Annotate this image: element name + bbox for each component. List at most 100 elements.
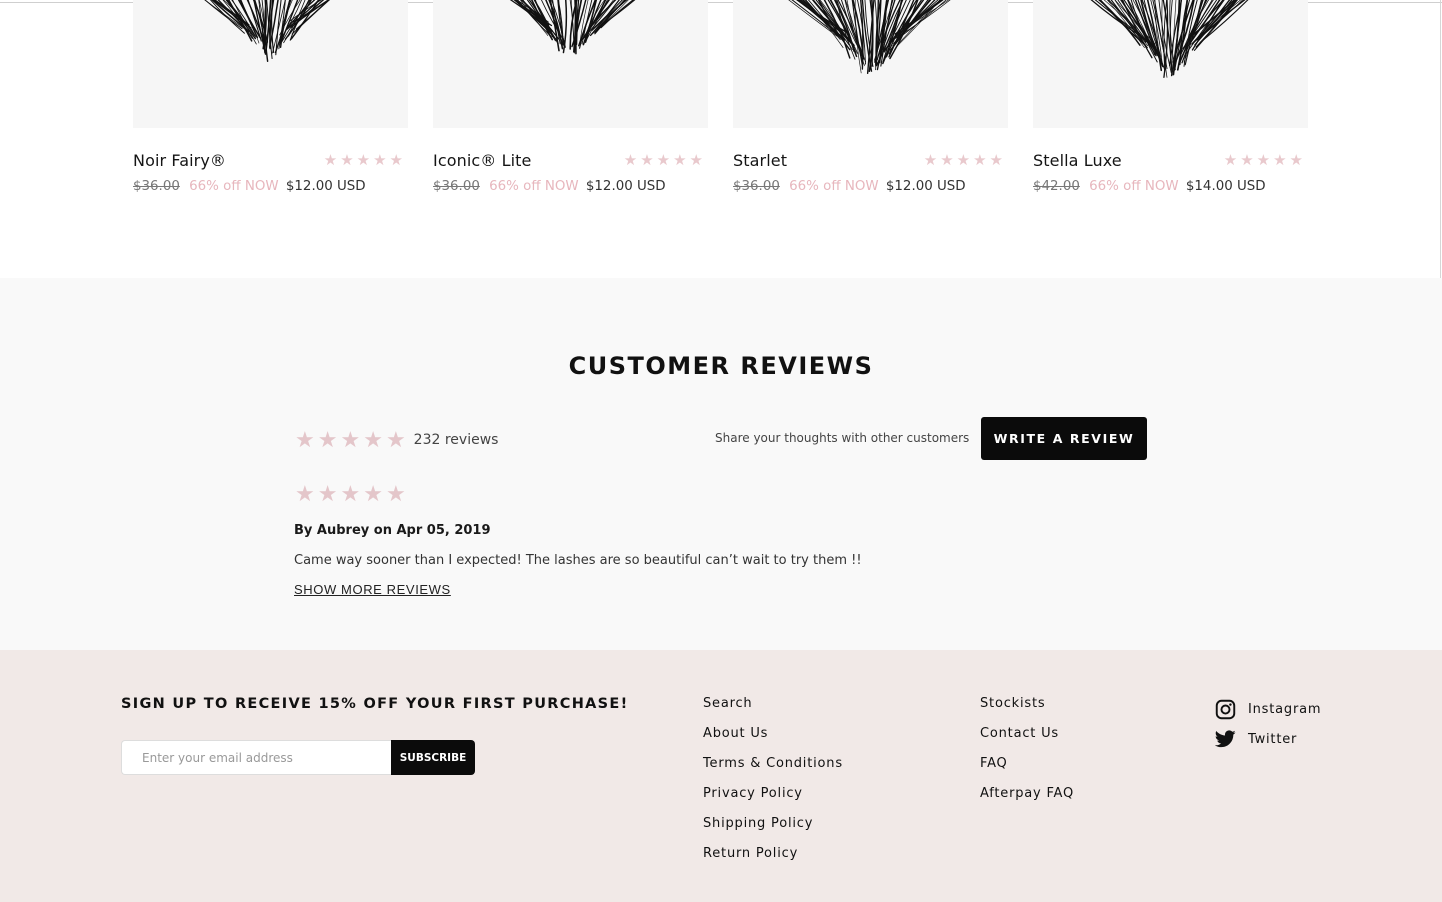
share-prompt: Share your thoughts with other customers	[715, 431, 970, 445]
old-price: $36.00	[133, 179, 180, 194]
footer-link-terms[interactable]: Terms & Conditions	[703, 756, 843, 786]
twitter-link[interactable]: Twitter	[1214, 724, 1321, 754]
discount-label: 66% off NOW	[189, 179, 279, 194]
review-rating: ★ ★ ★ ★ ★	[295, 483, 406, 505]
reviews-summary: ★ ★ ★ ★ ★ 232 reviews	[295, 429, 498, 451]
star-icon: ★	[1273, 152, 1287, 169]
star-icon: ★	[1256, 152, 1271, 169]
star-icon: ★	[385, 481, 406, 506]
write-review-button[interactable]: WRITE A REVIEW	[981, 417, 1147, 460]
twitter-icon	[1214, 728, 1236, 750]
star-icon: ★	[673, 152, 687, 169]
discount-label: 66% off NOW	[1089, 179, 1179, 194]
star-icon: ★	[373, 152, 387, 169]
star-icon: ★	[295, 481, 315, 506]
footer-links-secondary: Stockists Contact Us FAQ Afterpay FAQ	[980, 696, 1074, 816]
discount-label: 66% off NOW	[489, 179, 579, 194]
lash-image	[1090, 0, 1249, 78]
price-row: $36.00 66% off NOW $12.00 USD	[733, 179, 1008, 194]
sale-price: $12.00 USD	[885, 179, 966, 194]
star-icon: ★	[317, 427, 338, 452]
footer-link-search[interactable]: Search	[703, 696, 843, 726]
star-icon: ★	[989, 152, 1003, 169]
old-price: $36.00	[433, 179, 480, 194]
product-image[interactable]	[1033, 0, 1308, 128]
lash-image	[509, 0, 636, 55]
star-icon: ★	[956, 152, 971, 169]
average-rating: ★ ★ ★ ★ ★	[295, 429, 406, 451]
discount-label: 66% off NOW	[789, 179, 879, 194]
sale-price: $12.00 USD	[285, 179, 366, 194]
review-author: By Aubrey on Apr 05, 2019	[294, 523, 491, 538]
product-rating: ★ ★ ★ ★ ★	[1224, 153, 1303, 168]
product-rating: ★ ★ ★ ★ ★	[324, 153, 403, 168]
review-body: Came way sooner than I expected! The las…	[294, 553, 862, 568]
product-image[interactable]	[433, 0, 708, 128]
star-icon: ★	[340, 481, 361, 506]
social-links: Instagram Twitter	[1214, 694, 1321, 754]
footer-link-faq[interactable]: FAQ	[980, 756, 1074, 786]
signup-heading: SIGN UP TO RECEIVE 15% OFF YOUR FIRST PU…	[121, 696, 629, 712]
product-card[interactable]: Iconic® Lite ★ ★ ★ ★ ★ $36.00 66% off NOW $1…	[433, 0, 708, 210]
customer-reviews-section: CUSTOMER REVIEWS ★ ★ ★ ★ ★ 232 reviews Share…	[0, 278, 1442, 650]
star-icon: ★	[323, 152, 338, 169]
star-icon: ★	[340, 427, 361, 452]
star-icon: ★	[389, 152, 403, 169]
star-icon: ★	[640, 152, 654, 169]
star-icon: ★	[1240, 152, 1254, 169]
site-footer: SIGN UP TO RECEIVE 15% OFF YOUR FIRST PU…	[0, 650, 1442, 902]
product-card[interactable]: Starlet ★ ★ ★ ★ ★ $36.00 66% off NOW $12.00 …	[733, 0, 1008, 210]
star-icon: ★	[340, 152, 354, 169]
sale-price: $12.00 USD	[585, 179, 666, 194]
footer-link-privacy[interactable]: Privacy Policy	[703, 786, 843, 816]
lash-image	[204, 0, 331, 62]
footer-link-stockists[interactable]: Stockists	[980, 696, 1074, 726]
product-name[interactable]: Noir Fairy®	[133, 151, 226, 170]
old-price: $36.00	[733, 179, 780, 194]
star-icon: ★	[940, 152, 954, 169]
product-name[interactable]: Stella Luxe	[1033, 151, 1122, 170]
product-name[interactable]: Iconic® Lite	[433, 151, 531, 170]
footer-link-shipping[interactable]: Shipping Policy	[703, 816, 843, 846]
star-icon: ★	[689, 152, 703, 169]
lash-image	[788, 0, 951, 75]
price-row: $36.00 66% off NOW $12.00 USD	[133, 179, 408, 194]
instagram-label: Instagram	[1248, 701, 1322, 717]
star-icon: ★	[656, 152, 671, 169]
star-icon: ★	[923, 152, 938, 169]
footer-link-returns[interactable]: Return Policy	[703, 846, 843, 876]
star-icon: ★	[317, 481, 338, 506]
footer-link-afterpay-faq[interactable]: Afterpay FAQ	[980, 786, 1074, 816]
star-icon: ★	[356, 152, 371, 169]
product-name[interactable]: Starlet	[733, 151, 787, 170]
newsletter-form: SUBSCRIBE	[121, 740, 475, 775]
sale-price: $14.00 USD	[1185, 179, 1266, 194]
star-icon: ★	[1223, 152, 1238, 169]
product-card[interactable]: Noir Fairy® ★ ★ ★ ★ ★ $36.00 66% off NOW $12…	[133, 0, 408, 210]
product-grid: Noir Fairy® ★ ★ ★ ★ ★ $36.00 66% off NOW $12…	[133, 0, 1309, 210]
old-price: $42.00	[1033, 179, 1080, 194]
footer-link-about[interactable]: About Us	[703, 726, 843, 756]
subscribe-button[interactable]: SUBSCRIBE	[391, 740, 475, 775]
footer-links-primary: Search About Us Terms & Conditions Priva…	[703, 696, 843, 876]
star-icon: ★	[363, 481, 383, 506]
review-count: 232 reviews	[413, 432, 499, 448]
price-row: $36.00 66% off NOW $12.00 USD	[433, 179, 708, 194]
star-icon: ★	[295, 427, 315, 452]
product-rating: ★ ★ ★ ★ ★	[624, 153, 703, 168]
product-card[interactable]: Stella Luxe ★ ★ ★ ★ ★ $42.00 66% off NOW $14…	[1033, 0, 1308, 210]
star-icon: ★	[363, 427, 383, 452]
star-icon: ★	[623, 152, 638, 169]
footer-link-contact[interactable]: Contact Us	[980, 726, 1074, 756]
product-image[interactable]	[733, 0, 1008, 128]
email-input[interactable]	[121, 740, 391, 775]
lash-strand	[788, 0, 838, 37]
star-icon: ★	[1289, 152, 1303, 169]
star-icon: ★	[973, 152, 987, 169]
twitter-label: Twitter	[1248, 731, 1298, 747]
price-row: $42.00 66% off NOW $14.00 USD	[1033, 179, 1308, 194]
instagram-link[interactable]: Instagram	[1214, 694, 1321, 724]
reviews-heading: CUSTOMER REVIEWS	[568, 352, 874, 380]
show-more-reviews-link[interactable]: SHOW MORE REVIEWS	[294, 582, 451, 597]
product-image[interactable]	[133, 0, 408, 128]
